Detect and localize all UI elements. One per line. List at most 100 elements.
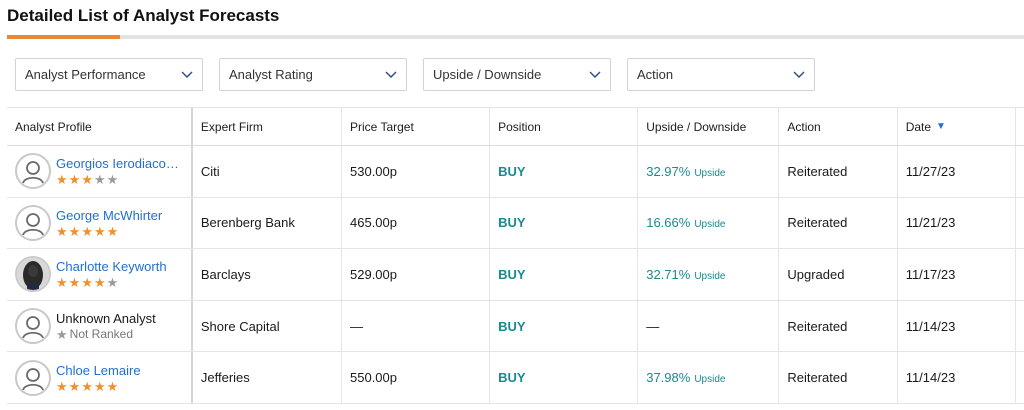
cell-upside-downside: 32.97% Upside [638, 146, 780, 197]
filter-analyst-rating[interactable]: Analyst Rating [219, 58, 407, 91]
table-row: George McWhirter ★ ★ ★ ★ ★ Berenberg Bank 465.0… [7, 197, 1024, 250]
analyst-name-link[interactable]: Georgios Ierodiaco… [56, 156, 179, 171]
cell-analyst-profile: Unknown Analyst ★ Not Ranked [7, 300, 193, 352]
cell-upside-downside: 37.98% Upside [638, 352, 780, 403]
star-icon: ★ [106, 172, 119, 188]
avatar[interactable] [15, 153, 51, 190]
sort-down-icon: ▼ [936, 121, 946, 132]
cell-action: Reiterated [779, 300, 898, 352]
cell-expert-firm: Barclays [193, 249, 342, 300]
not-ranked-label: ★ Not Ranked [56, 326, 134, 342]
star-icon: ★ [68, 172, 81, 188]
cell-analyst-profile: George McWhirter ★ ★ ★ ★ ★ [7, 197, 193, 249]
star-icon: ★ [68, 378, 81, 394]
cell-date: 11/21/23 [898, 197, 1016, 249]
star-icon: ★ [81, 378, 93, 394]
star-icon: ★ [56, 378, 68, 394]
cell-analyst-profile: Charlotte Keyworth ★ ★ ★ ★ ★ [7, 249, 193, 300]
cell-position: BUY [490, 197, 639, 249]
filter-upside-downside[interactable]: Upside / Downside [423, 58, 611, 91]
star-icon: ★ [68, 223, 81, 239]
star-rating: ★ ★ ★ ★ ★ [56, 276, 167, 289]
cell-expert-firm: Jefferies [193, 352, 342, 403]
analyst-name-link[interactable]: Chloe Lemaire [56, 363, 141, 378]
table-row: Charlotte Keyworth ★ ★ ★ ★ ★ Barclays 529.00p BU… [7, 249, 1024, 301]
column-header-position[interactable]: Position [490, 108, 639, 145]
star-icon: ★ [93, 223, 106, 239]
cell-action: Reiterated [779, 197, 898, 249]
filter-label: Analyst Rating [229, 67, 313, 82]
filter-action[interactable]: Action [627, 58, 815, 91]
filter-label: Action [637, 67, 674, 82]
cell-price-target: 550.00p [342, 352, 491, 403]
cell-position: BUY [490, 249, 639, 300]
star-icon: ★ [81, 172, 93, 188]
column-header-action[interactable]: Action [779, 108, 898, 145]
star-icon: ★ [106, 275, 119, 291]
star-icon: ★ [68, 275, 81, 291]
page-title: Detailed List of Analyst Forecasts [7, 6, 280, 25]
star-rating: ★ ★ ★ ★ ★ [56, 173, 179, 186]
star-icon: ★ [106, 223, 119, 239]
cell-analyst-profile: Chloe Lemaire ★ ★ ★ ★ ★ [7, 352, 193, 403]
table-row: Unknown Analyst ★ Not Ranked Shore Capital —… [7, 300, 1024, 353]
filter-label: Analyst Performance [25, 67, 146, 82]
chevron-down-icon [385, 71, 397, 78]
cell-position: BUY [490, 352, 639, 403]
cell-price-target: 465.00p [342, 197, 491, 249]
cell-price-target: — [342, 300, 491, 352]
cell-position: BUY [490, 300, 639, 352]
star-icon: ★ [81, 223, 93, 239]
analyst-name-link: Unknown Analyst [56, 311, 156, 327]
star-icon: ★ [93, 172, 106, 188]
star-icon: ★ [93, 275, 106, 291]
star-icon: ★ [56, 172, 68, 188]
chevron-down-icon [181, 71, 193, 78]
cell-spacer [1016, 146, 1024, 197]
table-header: Analyst Profile Expert Firm Price Target… [7, 107, 1024, 146]
filter-label: Upside / Downside [433, 67, 542, 82]
analyst-name-link[interactable]: George McWhirter [56, 208, 162, 223]
chevron-down-icon [589, 71, 601, 78]
filter-bar: Analyst Performance Analyst Rating Upsid… [15, 58, 815, 91]
cell-position: BUY [490, 146, 639, 197]
cell-action: Upgraded [779, 249, 898, 300]
avatar[interactable] [15, 204, 51, 241]
star-rating: ★ ★ ★ ★ ★ [56, 380, 141, 393]
cell-spacer [1016, 198, 1024, 249]
star-icon: ★ [56, 223, 68, 239]
cell-action: Reiterated [779, 146, 898, 197]
cell-date: 11/17/23 [898, 249, 1016, 300]
table-body: Georgios Ierodiaco… ★ ★ ★ ★ ★ Citi 530.00p BUY 32… [7, 146, 1024, 404]
star-icon: ★ [81, 275, 93, 291]
tab-underline-active [7, 35, 120, 39]
cell-date: 11/14/23 [898, 300, 1016, 352]
cell-upside-downside: 32.71% Upside [638, 249, 780, 300]
column-header-date[interactable]: Date ▼ [898, 108, 1016, 145]
table-row: Georgios Ierodiaco… ★ ★ ★ ★ ★ Citi 530.00p BUY 32… [7, 146, 1024, 198]
cell-price-target: 530.00p [342, 146, 491, 197]
cell-upside-downside: 16.66% Upside [638, 197, 780, 249]
tab-underline-track [7, 35, 1024, 39]
chevron-down-icon [793, 71, 805, 78]
column-header-spacer [1016, 108, 1024, 145]
cell-expert-firm: Shore Capital [193, 300, 342, 352]
cell-analyst-profile: Georgios Ierodiaco… ★ ★ ★ ★ ★ [7, 146, 193, 197]
column-header-analyst-profile[interactable]: Analyst Profile [7, 108, 193, 145]
column-header-expert-firm[interactable]: Expert Firm [193, 108, 342, 145]
forecast-table: Analyst Profile Expert Firm Price Target… [7, 107, 1024, 404]
column-header-upside-downside[interactable]: Upside / Downside [638, 108, 780, 145]
star-rating: ★ ★ ★ ★ ★ [56, 225, 162, 238]
cell-upside-downside: — [638, 300, 780, 352]
avatar[interactable] [15, 359, 51, 396]
cell-expert-firm: Citi [193, 146, 342, 197]
column-header-price-target[interactable]: Price Target [342, 108, 491, 145]
avatar[interactable] [15, 308, 51, 345]
filter-analyst-performance[interactable]: Analyst Performance [15, 58, 203, 91]
star-icon: ★ [106, 378, 119, 394]
cell-action: Reiterated [779, 352, 898, 403]
analyst-name-link[interactable]: Charlotte Keyworth [56, 259, 167, 274]
avatar[interactable] [15, 256, 51, 293]
cell-date: 11/14/23 [898, 352, 1016, 403]
cell-date: 11/27/23 [898, 146, 1016, 197]
